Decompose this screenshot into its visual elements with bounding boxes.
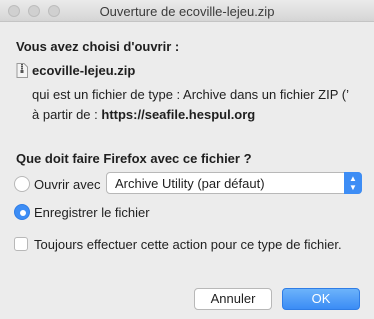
filename: ecoville-lejeu.zip: [32, 63, 136, 78]
window-title: Ouverture de ecoville-lejeu.zip: [99, 4, 275, 19]
ok-button[interactable]: OK: [282, 288, 360, 310]
from-label: à partir de :: [32, 107, 98, 122]
file-source: à partir de : https://seafile.hespul.org: [32, 107, 255, 122]
file-zip-icon: [16, 63, 28, 78]
open-with-radio[interactable]: [14, 176, 30, 192]
download-dialog: Ouverture de ecoville-lejeu.zip Vous ave…: [0, 0, 374, 319]
cancel-button[interactable]: Annuler: [194, 288, 272, 310]
always-do-this-checkbox[interactable]: [14, 237, 28, 251]
title-bar: Ouverture de ecoville-lejeu.zip: [0, 0, 374, 22]
action-question: Que doit faire Firefox avec ce fichier ?: [16, 151, 252, 166]
always-do-this-label[interactable]: Toujours effectuer cette action pour ce …: [34, 237, 342, 252]
save-file-radio[interactable]: [14, 204, 30, 220]
open-with-selected-value: Archive Utility (par défaut): [115, 176, 265, 191]
chevron-updown-icon: ▲ ▼: [344, 172, 362, 194]
from-url: https://seafile.hespul.org: [101, 107, 256, 122]
file-type-text: qui est un fichier de type : Archive dan…: [32, 87, 349, 102]
open-with-label[interactable]: Ouvrir avec: [34, 177, 100, 192]
open-with-select[interactable]: Archive Utility (par défaut) ▲ ▼: [106, 172, 362, 194]
save-file-label[interactable]: Enregistrer le fichier: [34, 205, 150, 220]
dialog-heading: Vous avez choisi d'ouvrir :: [16, 39, 180, 54]
